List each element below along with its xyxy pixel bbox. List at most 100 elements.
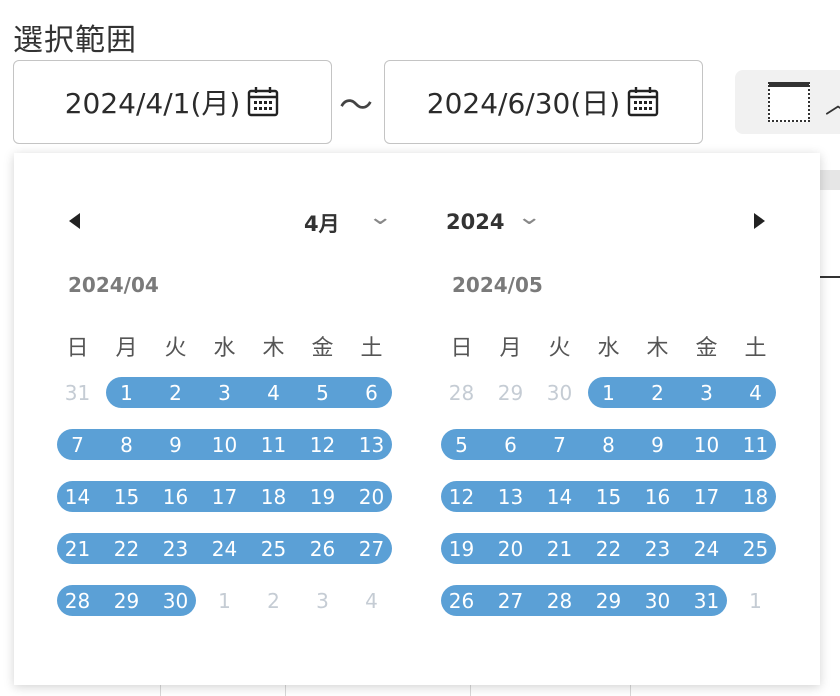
- calendar-day[interactable]: 8: [584, 428, 633, 462]
- prev-month-icon[interactable]: [69, 213, 80, 229]
- calendar-day[interactable]: 19: [437, 532, 486, 566]
- calendar-day[interactable]: 13: [486, 480, 535, 514]
- start-date-value: 2024/4/1(月): [64, 87, 241, 120]
- calendar-day[interactable]: 11: [249, 428, 298, 462]
- calendar-day[interactable]: 6: [486, 428, 535, 462]
- calendar-day[interactable]: 2: [633, 376, 682, 410]
- calendar-day[interactable]: 1: [584, 376, 633, 410]
- calendar-day[interactable]: 4: [347, 584, 396, 618]
- month-title: 2024/05: [452, 273, 543, 297]
- calendar-week-row: 28 29 30 1 2 3 4: [53, 584, 398, 618]
- calendar-day[interactable]: 4: [731, 376, 780, 410]
- weekday-label: 土: [360, 336, 383, 361]
- calendar-day[interactable]: 16: [633, 480, 682, 514]
- calendar-day[interactable]: 22: [102, 532, 151, 566]
- calendar-day[interactable]: 20: [486, 532, 535, 566]
- calendar-day[interactable]: 4: [249, 376, 298, 410]
- calendar-day[interactable]: 6: [347, 376, 396, 410]
- calendar-day[interactable]: 15: [584, 480, 633, 514]
- calendar-day[interactable]: 21: [535, 532, 584, 566]
- calendar-day[interactable]: 24: [200, 532, 249, 566]
- end-date-value: 2024/6/30(日): [426, 87, 621, 120]
- calendar-day[interactable]: 30: [535, 376, 584, 410]
- calendar-day[interactable]: 7: [53, 428, 102, 462]
- calendar-day[interactable]: 10: [200, 428, 249, 462]
- calendar-day[interactable]: 15: [102, 480, 151, 514]
- start-date-input[interactable]: 2024/4/1(月): [13, 60, 332, 144]
- weekday-label: 土: [744, 336, 767, 361]
- calendar-day-today[interactable]: 23: [151, 532, 200, 570]
- next-month-icon[interactable]: [754, 213, 765, 229]
- weekday-label: 木: [646, 336, 669, 361]
- calendar-day[interactable]: 29: [486, 376, 535, 410]
- range-label: 選択範囲: [13, 23, 137, 58]
- calendar-day[interactable]: 14: [535, 480, 584, 514]
- calendar-day[interactable]: 23: [633, 532, 682, 566]
- calendar-day[interactable]: 12: [298, 428, 347, 462]
- weekday-label: 金: [695, 336, 718, 361]
- calendar-week-row: 12 13 14 15 16 17 18: [437, 480, 782, 514]
- calendar-icon[interactable]: [246, 85, 280, 119]
- calendar-day[interactable]: 19: [298, 480, 347, 514]
- calendar-day[interactable]: 20: [347, 480, 396, 514]
- calendar-day[interactable]: 28: [535, 584, 584, 618]
- calendar-day[interactable]: 29: [102, 584, 151, 618]
- calendar-day[interactable]: 2: [249, 584, 298, 618]
- calendar-day[interactable]: 18: [731, 480, 780, 514]
- calendar-day[interactable]: 16: [151, 480, 200, 514]
- year-select[interactable]: 2024: [446, 210, 504, 234]
- calendar-day[interactable]: 28: [437, 376, 486, 410]
- calendar-day[interactable]: 30: [633, 584, 682, 618]
- calendar-day[interactable]: 17: [682, 480, 731, 514]
- layout-toggle-button[interactable]: ︿: [735, 70, 840, 134]
- calendar-day[interactable]: 10: [682, 428, 731, 462]
- calendar-day[interactable]: 31: [682, 584, 731, 618]
- calendar-day[interactable]: 5: [298, 376, 347, 410]
- calendar-week-row: 5 6 7 8 9 10 11: [437, 428, 782, 462]
- chevron-down-icon[interactable]: ⌄: [367, 205, 393, 230]
- calendar-day[interactable]: 9: [151, 428, 200, 462]
- calendar-day[interactable]: 26: [298, 532, 347, 566]
- weekday-label: 火: [548, 336, 571, 361]
- calendar-day[interactable]: 24: [682, 532, 731, 566]
- calendar-day[interactable]: 3: [298, 584, 347, 618]
- calendar-day[interactable]: 28: [53, 584, 102, 618]
- calendar-day[interactable]: 29: [584, 584, 633, 618]
- calendar-day[interactable]: 25: [249, 532, 298, 566]
- calendar-day[interactable]: 13: [347, 428, 396, 462]
- calendar-day[interactable]: 12: [437, 480, 486, 514]
- calendar-day[interactable]: 3: [200, 376, 249, 410]
- calendar-day[interactable]: 18: [249, 480, 298, 514]
- calendar-day[interactable]: 1: [731, 584, 780, 618]
- calendar-day[interactable]: 30: [151, 584, 200, 618]
- weekday-label: 日: [66, 336, 89, 361]
- calendar-day[interactable]: 22: [584, 532, 633, 566]
- calendar-week-row: 14 15 16 17 18 19 20: [53, 480, 398, 514]
- weekday-label: 月: [115, 336, 138, 361]
- month-calendar-may: 2024/05 日月火水木金土 28 29 30 1 2 3 4 5 6 7 8 9 10 11 12 13 14…: [437, 273, 782, 616]
- calendar-day[interactable]: 5: [437, 428, 486, 462]
- chevron-up-icon: ︿: [825, 84, 840, 121]
- calendar-day[interactable]: 31: [53, 376, 102, 410]
- calendar-day[interactable]: 7: [535, 428, 584, 462]
- calendar-day[interactable]: 8: [102, 428, 151, 462]
- layout-icon: [768, 82, 810, 122]
- calendar-day[interactable]: 1: [200, 584, 249, 618]
- calendar-day[interactable]: 9: [633, 428, 682, 462]
- calendar-day[interactable]: 21: [53, 532, 102, 566]
- calendar-day[interactable]: 14: [53, 480, 102, 514]
- calendar-day[interactable]: 3: [682, 376, 731, 410]
- month-select[interactable]: 4月: [304, 208, 340, 238]
- calendar-day[interactable]: 25: [731, 532, 780, 566]
- calendar-day[interactable]: 27: [486, 584, 535, 618]
- calendar-day[interactable]: 17: [200, 480, 249, 514]
- calendar-icon[interactable]: [626, 85, 660, 119]
- end-date-input[interactable]: 2024/6/30(日): [384, 60, 703, 144]
- calendar-week-row: 7 8 9 10 11 12 13: [53, 428, 398, 462]
- calendar-day[interactable]: 11: [731, 428, 780, 462]
- calendar-day[interactable]: 27: [347, 532, 396, 566]
- calendar-day[interactable]: 26: [437, 584, 486, 618]
- calendar-day[interactable]: 1: [102, 376, 151, 410]
- calendar-day[interactable]: 2: [151, 376, 200, 410]
- chevron-down-icon[interactable]: ⌄: [516, 205, 542, 230]
